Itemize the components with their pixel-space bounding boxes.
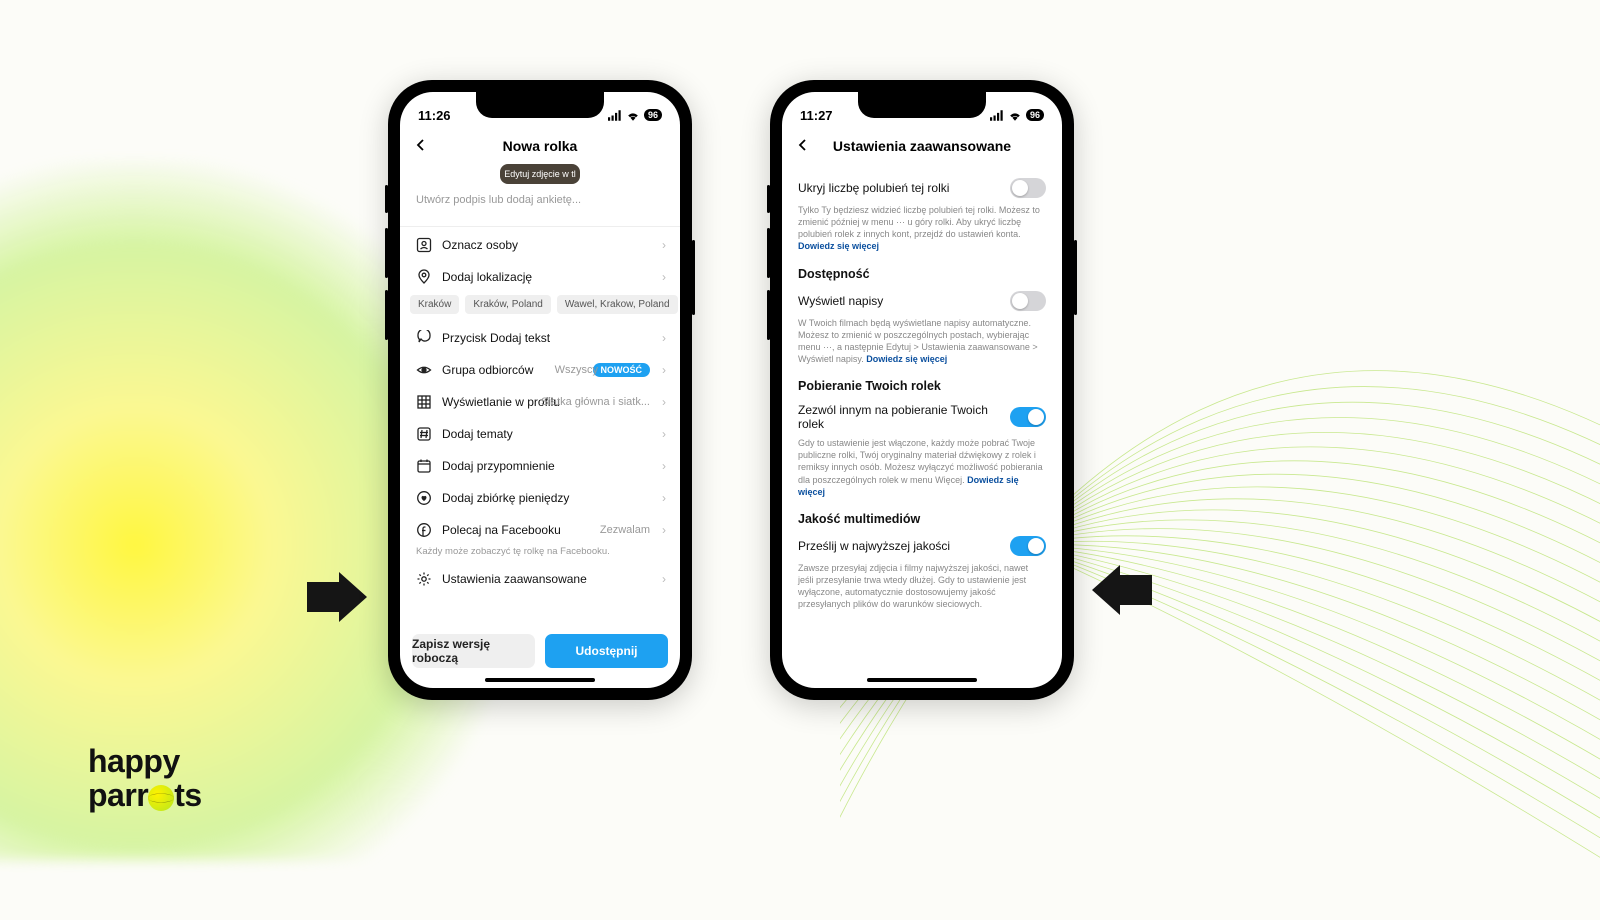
location-pin-icon	[416, 269, 432, 285]
row-label: Polecaj na Facebooku	[442, 523, 561, 537]
learn-more-link[interactable]: Dowiedz się więcej	[866, 354, 947, 364]
toggle-captions[interactable]	[1010, 291, 1046, 311]
row-label: Dodaj zbiórkę pieniędzy	[442, 491, 569, 505]
row-label: Dodaj tematy	[442, 427, 513, 441]
toggle-allow-download[interactable]	[1010, 407, 1046, 427]
row-captions: Wyświetl napisy	[798, 291, 1046, 311]
wifi-icon	[626, 110, 640, 121]
toggle-hide-likes[interactable]	[1010, 178, 1046, 198]
row-recommend-facebook[interactable]: Polecaj na Facebooku Zezwalam ›	[400, 514, 680, 546]
chip[interactable]: Kraków	[410, 295, 459, 314]
toggle-label: Ukryj liczbę polubień tej rolki	[798, 181, 949, 195]
chevron-right-icon: ›	[662, 459, 666, 473]
learn-more-link[interactable]: Dowiedz się więcej	[798, 241, 879, 251]
wifi-icon	[1008, 110, 1022, 121]
brand-logo: happy parrts	[88, 743, 202, 810]
toggle-label: Zezwól innym na pobieranie Twoich rolek	[798, 403, 998, 431]
facebook-icon	[416, 522, 432, 538]
chevron-right-icon: ›	[662, 572, 666, 586]
row-label: Oznacz osoby	[442, 238, 518, 252]
caption-input[interactable]: Utwórz podpis lub dodaj ankietę...	[400, 184, 680, 226]
pointer-arrow-left	[307, 572, 367, 622]
battery-badge: 96	[1026, 109, 1044, 121]
chevron-right-icon: ›	[662, 427, 666, 441]
row-label: Grupa odbiorców	[442, 363, 533, 377]
cell-signal-icon	[608, 110, 622, 121]
help-text: W Twoich filmach będą wyświetlane napisy…	[798, 317, 1046, 366]
eye-icon	[416, 362, 432, 378]
row-add-topics[interactable]: Dodaj tematy ›	[400, 418, 680, 450]
row-hide-likes: Ukryj liczbę polubień tej rolki	[798, 178, 1046, 198]
chevron-right-icon: ›	[662, 523, 666, 537]
section-title-accessibility: Dostępność	[798, 267, 1046, 281]
speech-bubble-icon	[416, 330, 432, 346]
row-add-reminder[interactable]: Dodaj przypomnienie ›	[400, 450, 680, 482]
toggle-high-quality[interactable]	[1010, 536, 1046, 556]
row-add-text[interactable]: Przycisk Dodaj tekst ›	[400, 322, 680, 354]
row-add-location[interactable]: Dodaj lokalizację ›	[400, 261, 680, 293]
gear-icon	[416, 571, 432, 587]
phone-mock-left: 11:26 96 Nowa rolka Edytuj zdjęcie w tl …	[388, 80, 692, 700]
screen-header: Ustawienia zaawansowane	[782, 130, 1062, 162]
home-indicator	[485, 678, 595, 682]
page-title: Nowa rolka	[503, 138, 578, 154]
cell-signal-icon	[990, 110, 1004, 121]
chevron-right-icon: ›	[662, 331, 666, 345]
row-tag-people[interactable]: Oznacz osoby ›	[400, 229, 680, 261]
fb-visibility-note: Każdy może zobaczyć tę rolkę na Facebook…	[400, 546, 680, 563]
chevron-right-icon: ›	[662, 395, 666, 409]
help-text: Zawsze przesyłaj zdjęcia i filmy najwyżs…	[798, 562, 1046, 611]
row-high-quality-upload: Prześlij w najwyższej jakości	[798, 536, 1046, 556]
battery-badge: 96	[644, 109, 662, 121]
phone-notch	[476, 92, 604, 118]
back-button[interactable]	[792, 134, 814, 156]
new-badge: NOWOŚĆ	[593, 363, 651, 377]
help-text: Tylko Ty będziesz widzieć liczbę polubie…	[798, 204, 1046, 253]
row-advanced-settings[interactable]: Ustawienia zaawansowane ›	[400, 563, 680, 595]
section-title-download: Pobieranie Twoich rolek	[798, 379, 1046, 393]
page-title: Ustawienia zaawansowane	[833, 138, 1011, 154]
row-add-fundraiser[interactable]: Dodaj zbiórkę pieniędzy ›	[400, 482, 680, 514]
row-value: Zezwalam	[600, 524, 650, 536]
chevron-left-icon	[797, 139, 809, 151]
location-suggestions: Kraków Kraków, Poland Wawel, Krakow, Pol…	[400, 293, 680, 322]
chip[interactable]: Wawel, Krakow, Poland	[557, 295, 678, 314]
save-draft-button[interactable]: Zapisz wersję roboczą	[412, 634, 535, 668]
back-button[interactable]	[410, 134, 432, 156]
logo-ball-icon	[148, 785, 174, 811]
toggle-label: Prześlij w najwyższej jakości	[798, 539, 950, 553]
chevron-right-icon: ›	[662, 270, 666, 284]
row-value: Siatka główna i siatk...	[541, 396, 650, 408]
phone-notch	[858, 92, 986, 118]
row-value: Wszyscy	[555, 364, 598, 376]
chevron-right-icon: ›	[662, 491, 666, 505]
help-text: Gdy to ustawienie jest włączone, każdy m…	[798, 437, 1046, 498]
phone-mock-right: 11:27 96 Ustawienia zaawansowane Ukryj l…	[770, 80, 1074, 700]
chevron-right-icon: ›	[662, 363, 666, 377]
chevron-right-icon: ›	[662, 238, 666, 252]
row-label: Dodaj lokalizację	[442, 270, 532, 284]
chip[interactable]: Kraków, Poland	[465, 295, 551, 314]
clock: 11:27	[800, 108, 833, 123]
person-tag-icon	[416, 237, 432, 253]
cover-edit-button[interactable]: Edytuj zdjęcie w tl	[500, 164, 580, 184]
toggle-label: Wyświetl napisy	[798, 294, 883, 308]
calendar-icon	[416, 458, 432, 474]
heart-circle-icon	[416, 490, 432, 506]
row-label: Dodaj przypomnienie	[442, 459, 555, 473]
row-allow-download: Zezwól innym na pobieranie Twoich rolek	[798, 403, 1046, 431]
hashtag-icon	[416, 426, 432, 442]
chevron-left-icon	[415, 139, 427, 151]
grid-icon	[416, 394, 432, 410]
row-profile-display[interactable]: Wyświetlanie w profilu Siatka główna i s…	[400, 386, 680, 418]
row-label: Przycisk Dodaj tekst	[442, 331, 550, 345]
row-audience[interactable]: Grupa odbiorców NOWOŚĆ Wszyscy ›	[400, 354, 680, 386]
home-indicator	[867, 678, 977, 682]
clock: 11:26	[418, 108, 451, 123]
share-button[interactable]: Udostępnij	[545, 634, 668, 668]
pointer-arrow-right	[1092, 565, 1152, 615]
screen-header: Nowa rolka	[400, 130, 680, 162]
section-title-quality: Jakość multimediów	[798, 512, 1046, 526]
row-label: Ustawienia zaawansowane	[442, 572, 587, 586]
